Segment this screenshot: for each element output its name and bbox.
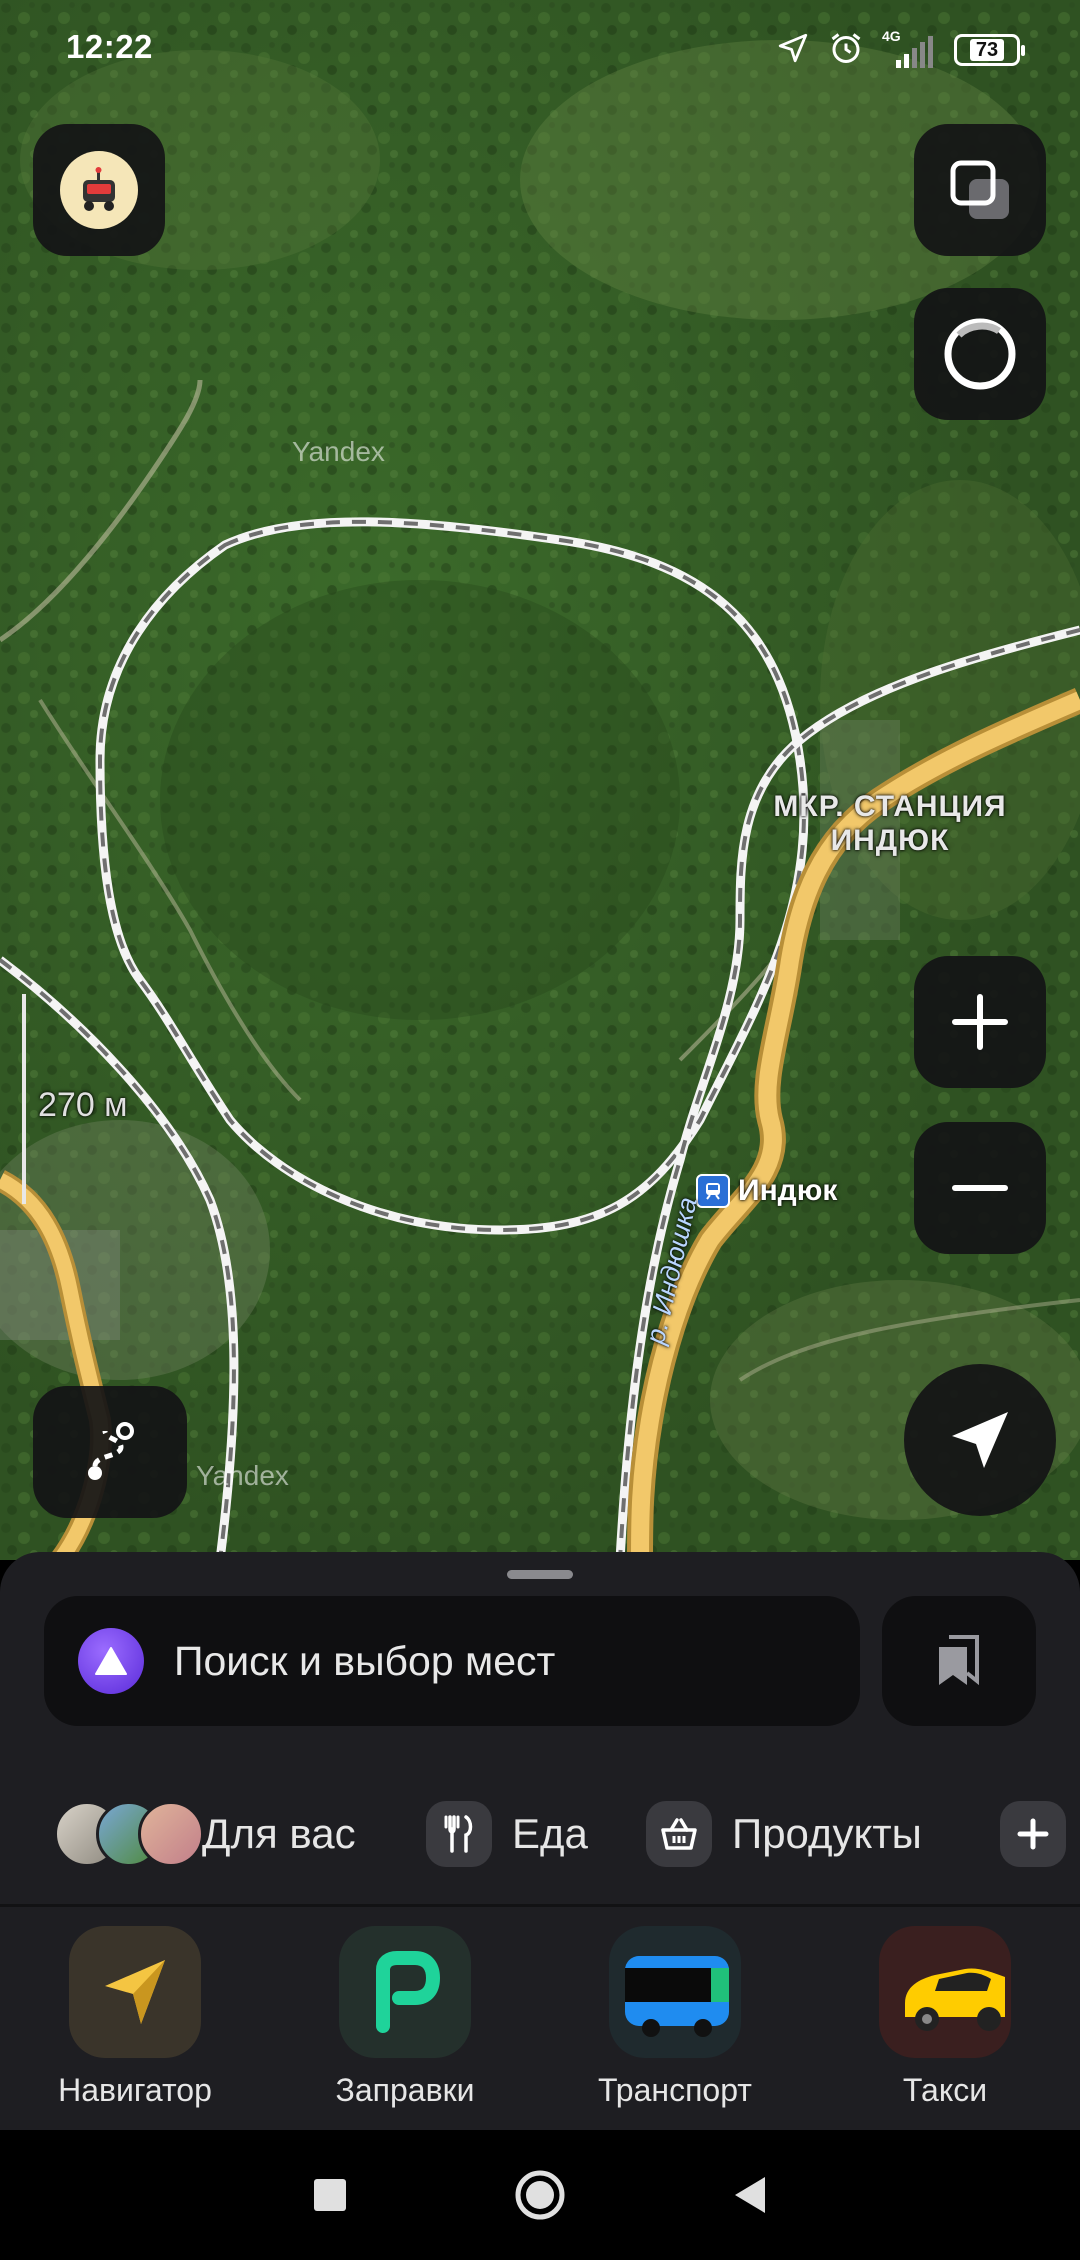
taxi-car-icon: [879, 1926, 1011, 2058]
zoom-out-button[interactable]: [914, 1122, 1046, 1254]
service-fuel[interactable]: Заправки: [295, 1926, 515, 2109]
status-time: 12:22: [66, 28, 153, 65]
service-transport[interactable]: Транспорт: [565, 1926, 785, 2109]
services-row: Навигатор Заправки Транспорт Такси: [0, 1922, 1080, 2130]
category-label: Продукты: [732, 1810, 922, 1857]
battery-icon: 73: [954, 34, 1025, 66]
layers-button[interactable]: [914, 124, 1046, 256]
map-view[interactable]: МКР. СТАНЦИЯ ИНДЮК Индюк р. Индюшка Yand…: [0, 0, 1080, 1560]
home-button[interactable]: [510, 2165, 570, 2225]
service-taxi[interactable]: Такси: [835, 1926, 1055, 2109]
station-label[interactable]: Индюк: [696, 1174, 837, 1208]
bus-icon: [609, 1926, 741, 2058]
scale-bar: [22, 994, 26, 1204]
category-food[interactable]: Еда: [426, 1784, 588, 1884]
my-location-button[interactable]: [904, 1364, 1056, 1516]
photo-thumbnails: [54, 1801, 204, 1867]
fuel-p-icon: [339, 1926, 471, 2058]
battery-level: 73: [969, 39, 1005, 61]
location-arrow-icon: [776, 31, 810, 70]
category-more[interactable]: [1000, 1784, 1066, 1884]
profile-button[interactable]: [33, 124, 165, 256]
category-chips: Для вас Еда Продукты: [0, 1784, 1080, 1884]
category-label: Еда: [512, 1810, 588, 1857]
bookmarks-icon: [939, 1635, 979, 1686]
status-icons: 4G 73: [776, 28, 1025, 72]
search-placeholder: Поиск и выбор мест: [174, 1637, 556, 1684]
bottom-sheet: Поиск и выбор мест Для вас Еда Продукты …: [0, 1552, 1080, 2130]
alarm-icon: [828, 30, 864, 71]
service-label: Транспорт: [598, 2072, 752, 2108]
robot-avatar-icon: [60, 151, 138, 229]
divider: [0, 1904, 1080, 1907]
recents-square-icon: [314, 2179, 346, 2211]
alice-icon[interactable]: [78, 1628, 144, 1694]
station-name: Индюк: [738, 1174, 838, 1207]
bookmarks-button[interactable]: [882, 1596, 1036, 1726]
sheet-drag-handle[interactable]: [507, 1570, 573, 1579]
service-navigator[interactable]: Навигатор: [25, 1926, 245, 2109]
zoom-in-button[interactable]: [914, 956, 1046, 1088]
layers-icon: [950, 160, 1009, 219]
service-label: Навигатор: [58, 2072, 212, 2108]
scale-label: 270 м: [38, 1086, 128, 1124]
back-triangle-icon: [735, 2177, 765, 2213]
signal-icon: 4G: [882, 28, 936, 70]
thumbnail: [138, 1801, 204, 1867]
service-label: Заправки: [335, 2072, 475, 2108]
yandex-watermark: Yandex: [292, 436, 385, 467]
minus-icon: [952, 1185, 1008, 1191]
plus-icon: [1000, 1801, 1066, 1867]
fork-knife-icon: [426, 1801, 492, 1867]
back-button[interactable]: [720, 2165, 780, 2225]
alice-button[interactable]: [914, 288, 1046, 420]
navigator-arrow-icon: [69, 1926, 201, 2058]
category-for-you[interactable]: Для вас: [54, 1784, 356, 1884]
category-groceries[interactable]: Продукты: [646, 1784, 922, 1884]
navigation-arrow-icon: [952, 1412, 1008, 1468]
basket-icon: [646, 1801, 712, 1867]
service-label: Такси: [902, 2072, 988, 2108]
plus-icon: [952, 994, 1008, 1050]
recents-button[interactable]: [300, 2165, 360, 2225]
status-bar: 12:22 4G 73: [0, 0, 1080, 100]
category-label: Для вас: [202, 1810, 356, 1857]
yandex-watermark: Yandex: [196, 1460, 289, 1491]
district-label[interactable]: МКР. СТАНЦИЯ ИНДЮК: [742, 790, 1038, 858]
route-icon: [88, 1422, 134, 1480]
route-button[interactable]: [33, 1386, 187, 1518]
home-circle-icon: [515, 2170, 565, 2220]
system-nav-bar: [0, 2130, 1080, 2260]
search-input[interactable]: Поиск и выбор мест: [44, 1596, 860, 1726]
alice-ring-icon: [944, 318, 1016, 390]
